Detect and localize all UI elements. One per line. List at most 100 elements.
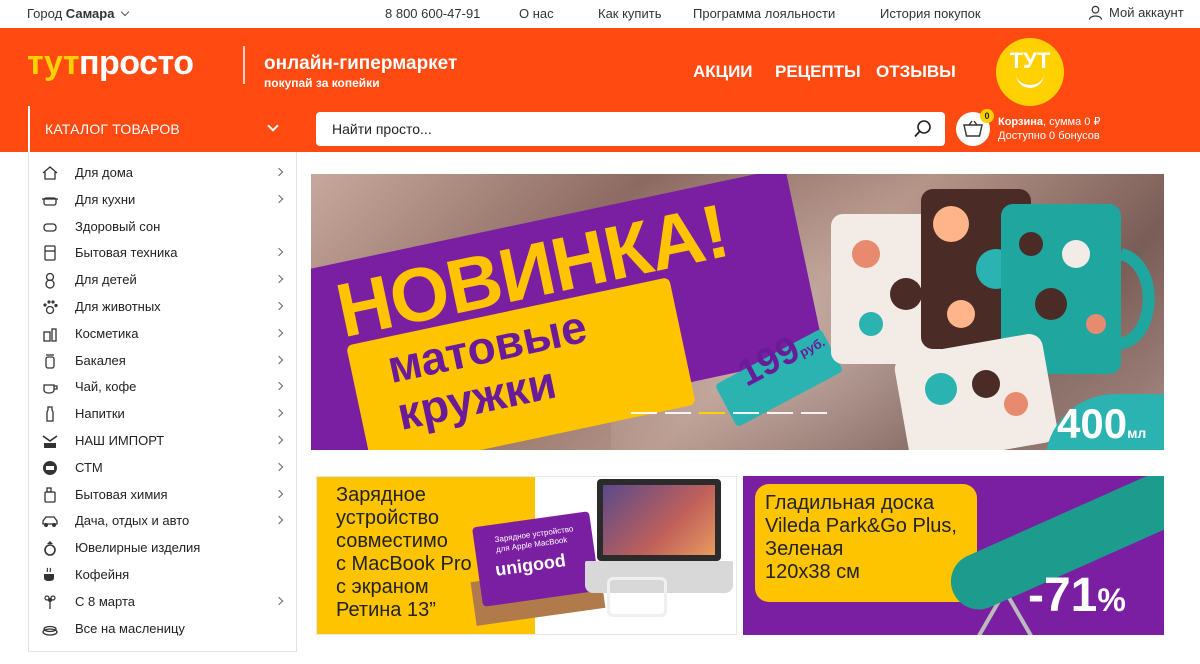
promo-banner-ironing-board[interactable]: Гладильная доска Vileda Park&Go Plus, Зе…	[743, 476, 1164, 635]
catalog-item[interactable]: СТМ	[29, 455, 296, 481]
slider-dot[interactable]	[733, 412, 759, 414]
search-box	[316, 112, 945, 146]
catalog-item[interactable]: Все на масленицу	[29, 616, 296, 642]
promo-banner-charger[interactable]: Зарядное устройство совместимо с MacBook…	[316, 476, 737, 635]
link-about[interactable]: О нас	[519, 6, 554, 21]
catalog-item[interactable]: Косметика	[29, 321, 296, 347]
catalog-item-label: Для детей	[75, 272, 137, 288]
chevron-right-icon	[274, 408, 284, 418]
promo-board-line: Зеленая	[765, 538, 844, 560]
slider-dot[interactable]	[801, 412, 827, 414]
phone-link[interactable]: 8 800 600-47-91	[385, 6, 480, 21]
chevron-right-icon	[274, 301, 284, 311]
search-icon[interactable]	[913, 119, 933, 139]
account-link[interactable]: Мой аккаунт	[1088, 5, 1184, 20]
catalog-item[interactable]: Напитки	[29, 401, 296, 427]
catalog-button[interactable]: КАТАЛОГ ТОВАРОВ	[28, 106, 297, 152]
coffee-cup-icon	[44, 567, 54, 581]
cart-sum: , сумма 0 ₽	[1043, 116, 1101, 128]
chevron-right-icon	[274, 328, 284, 338]
slider-dot[interactable]	[665, 412, 691, 414]
link-order-history[interactable]: История покупок	[880, 6, 981, 21]
promo-board-line: 120х38 см	[765, 561, 860, 583]
catalog-item[interactable]: Кофейня	[29, 562, 296, 588]
import-icon	[42, 435, 58, 448]
link-loyalty[interactable]: Программа лояльности	[693, 6, 835, 21]
laptop-image	[597, 479, 721, 561]
promo-board-line: Гладильная доска	[765, 492, 935, 514]
catalog-item-label: Для дома	[75, 165, 134, 180]
catalog-item[interactable]: Чай, кофе	[29, 374, 296, 400]
chevron-right-icon	[274, 355, 284, 364]
logo-divider	[243, 46, 245, 84]
catalog-item-label: Чай, кофе	[75, 379, 137, 395]
catalog-item-label: Напитки	[75, 406, 125, 422]
cart-label: Корзина	[998, 116, 1043, 128]
cart-summary[interactable]: Корзина, сумма 0 ₽ Доступно 0 бонусов	[998, 115, 1100, 143]
catalog-item[interactable]: Ювелирные изделия	[29, 535, 296, 561]
catalog-item-label: СТМ	[75, 459, 103, 475]
chevron-right-icon	[274, 516, 284, 525]
tea-icon	[43, 384, 58, 395]
catalog-item[interactable]: Для животных	[29, 294, 296, 320]
chevron-right-icon	[274, 596, 284, 606]
flower-icon	[44, 595, 56, 609]
nav-promotions[interactable]: АКЦИИ	[693, 62, 753, 82]
nav-reviews[interactable]: ОТЗЫВЫ	[876, 62, 956, 82]
cart-bonus: Доступно 0 бонусов	[998, 130, 1100, 142]
cart-count-badge: 0	[980, 109, 994, 123]
pillow-icon	[43, 222, 57, 232]
volume-text: 400мл	[1057, 400, 1146, 448]
catalog-item-label: Для животных	[75, 299, 161, 314]
tagline-main: онлайн-гипермаркет	[264, 53, 458, 74]
promo-charger-line: Зарядное	[336, 484, 426, 506]
cosmetics-icon	[43, 328, 57, 342]
chevron-right-icon	[274, 382, 284, 391]
nav-recipes[interactable]: РЕЦЕПТЫ	[775, 62, 861, 82]
chevron-right-icon	[274, 194, 284, 204]
catalog-item[interactable]: С 8 марта	[29, 589, 296, 615]
chevron-right-icon	[274, 167, 284, 177]
catalog-item[interactable]: Бытовая техника	[29, 240, 296, 266]
catalog-item[interactable]: Дача, отдых и авто	[29, 508, 296, 534]
catalog-item[interactable]: Здоровый сон	[29, 214, 296, 240]
promo-charger-line: устройство	[336, 507, 440, 529]
catalog-item[interactable]: Бытовая химия	[29, 482, 296, 508]
slider-dot[interactable]	[699, 412, 725, 414]
promo-board-line: Vileda Park&Go Plus,	[765, 515, 957, 537]
stm-icon	[43, 460, 57, 475]
charger-cable	[607, 577, 667, 617]
city-name: Самара	[65, 6, 115, 21]
pancakes-icon	[42, 625, 58, 636]
city-selector[interactable]: Город Самара	[27, 6, 130, 21]
chemicals-icon	[44, 486, 56, 503]
user-icon	[1088, 5, 1103, 20]
chevron-right-icon	[274, 489, 284, 498]
slider-dot[interactable]	[767, 412, 793, 414]
car-icon	[42, 516, 58, 528]
appliance-icon	[44, 245, 56, 262]
catalog-item-label: НАШ ИМПОРТ	[75, 433, 165, 448]
catalog-item[interactable]: Бакалея	[29, 348, 296, 374]
tut-badge[interactable]: ТУТ	[996, 38, 1064, 106]
catalog-item[interactable]: Для детей	[29, 267, 296, 293]
tagline-sub: покупай за копейки	[264, 76, 380, 90]
catalog-item-label: Бытовая химия	[75, 486, 168, 502]
site-header: тутпросто онлайн-гипермаркет покупай за …	[0, 28, 1200, 152]
site-logo[interactable]: тутпросто	[27, 44, 194, 83]
link-how-to-buy[interactable]: Как купить	[598, 6, 661, 21]
catalog-item-label: Косметика	[75, 325, 139, 341]
catalog-item[interactable]: Для дома	[29, 160, 296, 186]
slider-dots	[631, 412, 827, 414]
slider-dot[interactable]	[631, 412, 657, 414]
city-prefix: Город	[27, 6, 63, 21]
discount-value: -71	[1028, 569, 1098, 622]
catalog-item[interactable]: НАШ ИМПОРТ	[29, 428, 296, 454]
house-icon	[42, 166, 58, 180]
search-input[interactable]	[316, 112, 896, 146]
promo-charger-line: с MacBook Pro	[336, 553, 472, 575]
paw-icon	[43, 300, 58, 315]
hero-banner[interactable]: НОВИНКА! матовые кружки 199руб. 400мл	[311, 174, 1164, 450]
catalog-item[interactable]: Для кухни	[29, 187, 296, 213]
top-bar: Город Самара 8 800 600-47-91 О нас Как к…	[0, 0, 1200, 28]
